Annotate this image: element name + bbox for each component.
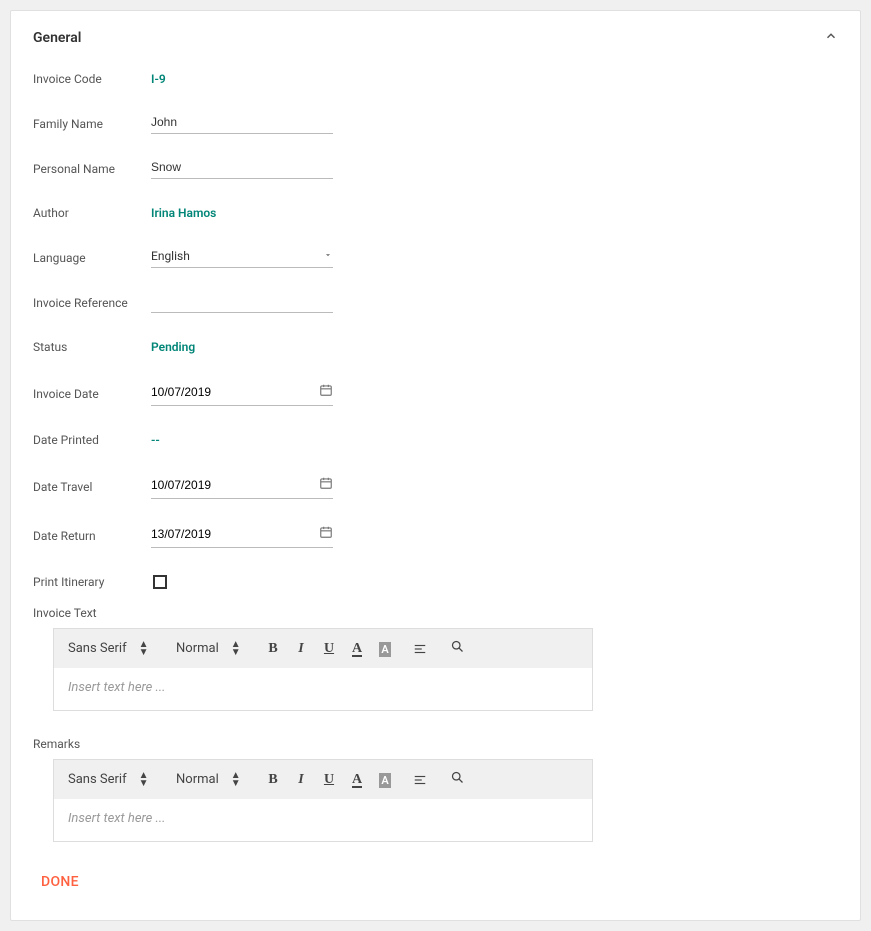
- text-color-icon[interactable]: A: [348, 771, 366, 788]
- sort-icon: ▲▼: [231, 772, 241, 788]
- search-icon[interactable]: [448, 639, 466, 658]
- print-itinerary-checkbox[interactable]: [153, 575, 167, 589]
- language-value: English: [151, 249, 190, 263]
- panel-title: General: [33, 30, 81, 46]
- row-status: Status Pending: [33, 337, 838, 357]
- date-travel-input[interactable]: [151, 478, 291, 492]
- dropdown-icon: [323, 249, 333, 263]
- label-print-itinerary: Print Itinerary: [33, 575, 151, 589]
- invoice-reference-input[interactable]: [151, 292, 333, 313]
- font-size-select[interactable]: Normal ▲▼: [176, 772, 246, 788]
- bg-color-icon[interactable]: A: [376, 641, 394, 657]
- family-name-input[interactable]: [151, 113, 333, 134]
- editor-toolbar: Sans Serif ▲▼ Normal ▲▼ B I U A A: [54, 760, 592, 799]
- text-color-icon[interactable]: A: [348, 640, 366, 657]
- sort-icon: ▲▼: [139, 772, 149, 788]
- italic-icon[interactable]: I: [292, 772, 310, 788]
- label-invoice-text: Invoice Text: [33, 606, 838, 620]
- date-return-field[interactable]: [151, 523, 333, 548]
- bold-icon[interactable]: B: [264, 641, 282, 657]
- font-family-select[interactable]: Sans Serif ▲▼: [68, 772, 158, 788]
- label-family-name: Family Name: [33, 117, 151, 131]
- invoice-text-editor: Sans Serif ▲▼ Normal ▲▼ B I U A A Inser: [53, 628, 593, 711]
- general-panel: General Invoice Code I-9 Family Name Per…: [10, 10, 861, 921]
- bold-icon[interactable]: B: [264, 772, 282, 788]
- remarks-editor: Sans Serif ▲▼ Normal ▲▼ B I U A A Inser: [53, 759, 593, 842]
- underline-icon[interactable]: U: [320, 772, 338, 788]
- invoice-text-area[interactable]: Insert text here ...: [54, 668, 592, 710]
- editor-toolbar: Sans Serif ▲▼ Normal ▲▼ B I U A A: [54, 629, 592, 668]
- invoice-date-input[interactable]: [151, 385, 291, 399]
- sort-icon: ▲▼: [231, 641, 241, 657]
- remarks-text-area[interactable]: Insert text here ...: [54, 799, 592, 841]
- language-select[interactable]: English: [151, 247, 333, 268]
- collapse-icon[interactable]: [824, 29, 838, 47]
- label-remarks: Remarks: [33, 737, 838, 751]
- bg-color-icon[interactable]: A: [376, 772, 394, 788]
- personal-name-input[interactable]: [151, 158, 333, 179]
- row-invoice-date: Invoice Date: [33, 381, 838, 406]
- label-invoice-code: Invoice Code: [33, 72, 151, 86]
- row-date-travel: Date Travel: [33, 474, 838, 499]
- date-return-input[interactable]: [151, 527, 291, 541]
- author-link[interactable]: Irina Hamos: [151, 206, 216, 220]
- font-family-select[interactable]: Sans Serif ▲▼: [68, 641, 158, 657]
- date-printed-value[interactable]: --: [151, 433, 160, 447]
- invoice-date-field[interactable]: [151, 381, 333, 406]
- format-group: B I U A A: [264, 771, 394, 788]
- calendar-icon[interactable]: [319, 476, 333, 494]
- row-invoice-reference: Invoice Reference: [33, 292, 838, 313]
- row-invoice-code: Invoice Code I-9: [33, 69, 838, 89]
- date-travel-field[interactable]: [151, 474, 333, 499]
- editor-placeholder: Insert text here ...: [68, 680, 166, 695]
- underline-icon[interactable]: U: [320, 641, 338, 657]
- row-print-itinerary: Print Itinerary: [33, 572, 838, 592]
- format-group: B I U A A: [264, 640, 394, 657]
- row-family-name: Family Name: [33, 113, 838, 134]
- label-date-printed: Date Printed: [33, 433, 151, 447]
- label-language: Language: [33, 251, 151, 265]
- status-value[interactable]: Pending: [151, 340, 195, 354]
- italic-icon[interactable]: I: [292, 641, 310, 657]
- invoice-code-link[interactable]: I-9: [151, 72, 166, 86]
- font-size-select[interactable]: Normal ▲▼: [176, 641, 246, 657]
- done-button[interactable]: DONE: [41, 874, 79, 890]
- align-icon[interactable]: [412, 642, 430, 656]
- label-date-return: Date Return: [33, 529, 151, 543]
- sort-icon: ▲▼: [139, 641, 149, 657]
- label-status: Status: [33, 340, 151, 354]
- row-language: Language English: [33, 247, 838, 268]
- row-author: Author Irina Hamos: [33, 203, 838, 223]
- editor-placeholder: Insert text here ...: [68, 811, 166, 826]
- row-date-printed: Date Printed --: [33, 430, 838, 450]
- panel-header: General: [33, 29, 838, 47]
- align-icon[interactable]: [412, 773, 430, 787]
- label-date-travel: Date Travel: [33, 480, 151, 494]
- label-invoice-date: Invoice Date: [33, 387, 151, 401]
- calendar-icon[interactable]: [319, 525, 333, 543]
- label-personal-name: Personal Name: [33, 162, 151, 176]
- search-icon[interactable]: [448, 770, 466, 789]
- label-invoice-reference: Invoice Reference: [33, 296, 151, 310]
- row-personal-name: Personal Name: [33, 158, 838, 179]
- row-date-return: Date Return: [33, 523, 838, 548]
- calendar-icon[interactable]: [319, 383, 333, 401]
- label-author: Author: [33, 206, 151, 220]
